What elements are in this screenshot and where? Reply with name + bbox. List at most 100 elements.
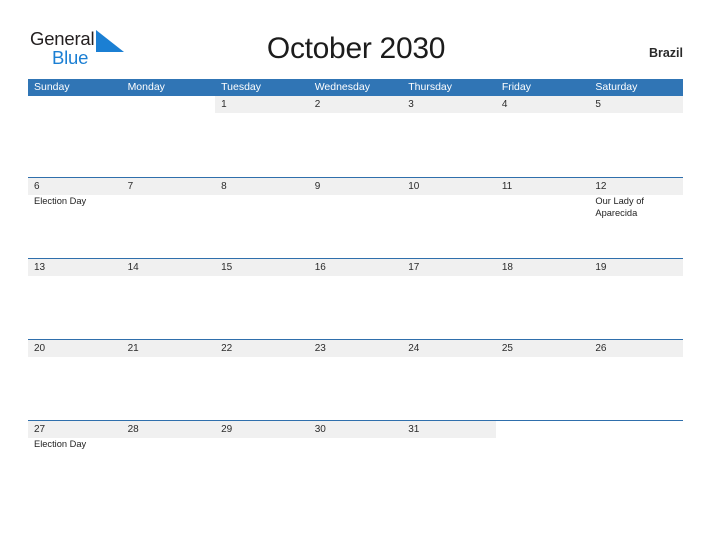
calendar-day-cell[interactable]: 12 Our Lady of Aparecida	[589, 178, 683, 258]
calendar-grid: Sunday Monday Tuesday Wednesday Thursday…	[28, 79, 683, 501]
calendar-day-cell[interactable]: 7	[121, 178, 216, 258]
calendar-week-row: 6 Election Day 7 8 9 10 11 12 Our Lady of Aparec…	[28, 177, 683, 258]
sail-triangle-icon	[96, 30, 126, 53]
day-number-band	[121, 178, 216, 195]
calendar-week-row: 27 Election Day 28 29 30 31	[28, 420, 683, 501]
day-number: 14	[127, 262, 139, 273]
page-title: October 2030	[266, 32, 446, 65]
day-number-band	[215, 96, 309, 113]
day-number: 2	[314, 99, 321, 110]
calendar-day-cell[interactable]: 21	[121, 340, 216, 420]
day-number: 24	[408, 343, 420, 354]
calendar-day-cell[interactable]: 30	[308, 421, 403, 501]
day-number: 31	[408, 424, 420, 435]
calendar-week-row: 13 14 15 16 17 18 19	[28, 258, 683, 339]
calendar-day-cell[interactable]: 31	[402, 421, 496, 501]
calendar-day-cell[interactable]: 26	[589, 340, 683, 420]
calendar-day-cell[interactable]: 8	[215, 178, 309, 258]
day-number: 13	[34, 262, 46, 273]
page-header: General Blue October 2030 Brazil	[0, 0, 712, 78]
calendar-day-cell[interactable]: 15	[215, 259, 309, 339]
calendar-day-cell[interactable]: 10	[402, 178, 496, 258]
logo-text-general: General	[30, 28, 95, 49]
day-number-band	[402, 96, 496, 113]
day-number: 11	[501, 181, 513, 192]
calendar-day-cell[interactable]: 22	[215, 340, 309, 420]
calendar-day-cell[interactable]: 17	[402, 259, 496, 339]
calendar-day-cell-empty	[589, 421, 683, 501]
day-number: 23	[314, 343, 326, 354]
day-number: 10	[408, 181, 420, 192]
day-number: 16	[314, 262, 326, 273]
calendar-day-cell[interactable]: 11	[495, 178, 590, 258]
general-blue-logo[interactable]: General Blue	[30, 29, 126, 71]
day-event-label: Election Day	[34, 439, 87, 449]
calendar-page: General Blue October 2030 Brazil Sunday …	[0, 0, 712, 550]
calendar-day-cell[interactable]: 2	[308, 96, 403, 176]
day-events: Election Day	[34, 196, 118, 208]
day-number: 28	[127, 424, 139, 435]
weekday-header-monday: Monday	[127, 81, 165, 93]
day-number-band	[495, 96, 590, 113]
calendar-day-cell[interactable]: 29	[215, 421, 309, 501]
calendar-weeks: 1 2 3 4 5 6 Election Day 7 8 9 10 11 12 Our Lady of A…	[28, 96, 683, 501]
day-number: 4	[501, 99, 508, 110]
day-number: 7	[127, 181, 134, 192]
day-number: 17	[408, 262, 420, 273]
day-number: 1	[221, 99, 227, 110]
day-number-band	[308, 178, 403, 195]
day-number: 29	[221, 424, 233, 435]
calendar-day-cell[interactable]: 3	[402, 96, 496, 176]
day-number: 15	[221, 262, 233, 273]
weekday-header-tuesday: Tuesday	[221, 81, 262, 93]
day-number: 3	[408, 99, 414, 110]
day-number: 25	[501, 343, 513, 354]
weekday-header-row: Sunday Monday Tuesday Wednesday Thursday…	[28, 79, 683, 96]
day-number-band	[589, 96, 683, 113]
country-label: Brazil	[648, 46, 683, 60]
calendar-day-cell[interactable]: 13	[28, 259, 122, 339]
logo-text-blue: Blue	[52, 47, 89, 68]
calendar-day-cell[interactable]: 20	[28, 340, 122, 420]
calendar-day-cell[interactable]: 6 Election Day	[28, 178, 122, 258]
weekday-header-wednesday: Wednesday	[314, 81, 370, 93]
weekday-header-friday: Friday	[501, 81, 531, 93]
calendar-day-cell[interactable]: 14	[121, 259, 216, 339]
calendar-day-cell[interactable]: 1	[215, 96, 309, 176]
day-events: Our Lady of Aparecida	[595, 196, 679, 219]
day-number-band	[589, 421, 683, 438]
day-event-label: Election Day	[34, 196, 87, 206]
day-number-band	[496, 421, 590, 438]
calendar-day-cell[interactable]: 25	[495, 340, 590, 420]
calendar-day-cell[interactable]: 18	[495, 259, 590, 339]
calendar-day-cell-empty	[496, 421, 590, 501]
day-number-band	[308, 96, 403, 113]
calendar-day-cell[interactable]: 16	[308, 259, 403, 339]
calendar-day-cell[interactable]: 27 Election Day	[28, 421, 122, 501]
calendar-day-cell-empty	[122, 96, 216, 176]
calendar-day-cell[interactable]: 24	[402, 340, 496, 420]
day-number: 20	[34, 343, 46, 354]
calendar-day-cell[interactable]: 23	[308, 340, 403, 420]
weekday-header-sunday: Sunday	[34, 81, 70, 93]
day-number-band	[28, 96, 122, 113]
calendar-day-cell[interactable]: 9	[308, 178, 403, 258]
calendar-week-row: 1 2 3 4 5	[28, 96, 683, 177]
weekday-header-saturday: Saturday	[595, 81, 638, 93]
day-number: 6	[34, 181, 40, 192]
day-events: Election Day	[34, 439, 118, 451]
day-number: 21	[127, 343, 139, 354]
calendar-day-cell-empty	[28, 96, 122, 176]
day-number: 19	[595, 262, 607, 273]
weekday-header-thursday: Thursday	[408, 81, 453, 93]
calendar-day-cell[interactable]: 19	[589, 259, 683, 339]
day-number-band	[122, 96, 216, 113]
day-number: 30	[314, 424, 326, 435]
day-event-label: Our Lady of Aparecida	[595, 196, 644, 218]
day-number: 22	[221, 343, 233, 354]
day-number-band	[28, 178, 122, 195]
calendar-day-cell[interactable]: 5	[589, 96, 683, 176]
day-number: 27	[34, 424, 46, 435]
calendar-day-cell[interactable]: 4	[495, 96, 590, 176]
calendar-day-cell[interactable]: 28	[121, 421, 216, 501]
